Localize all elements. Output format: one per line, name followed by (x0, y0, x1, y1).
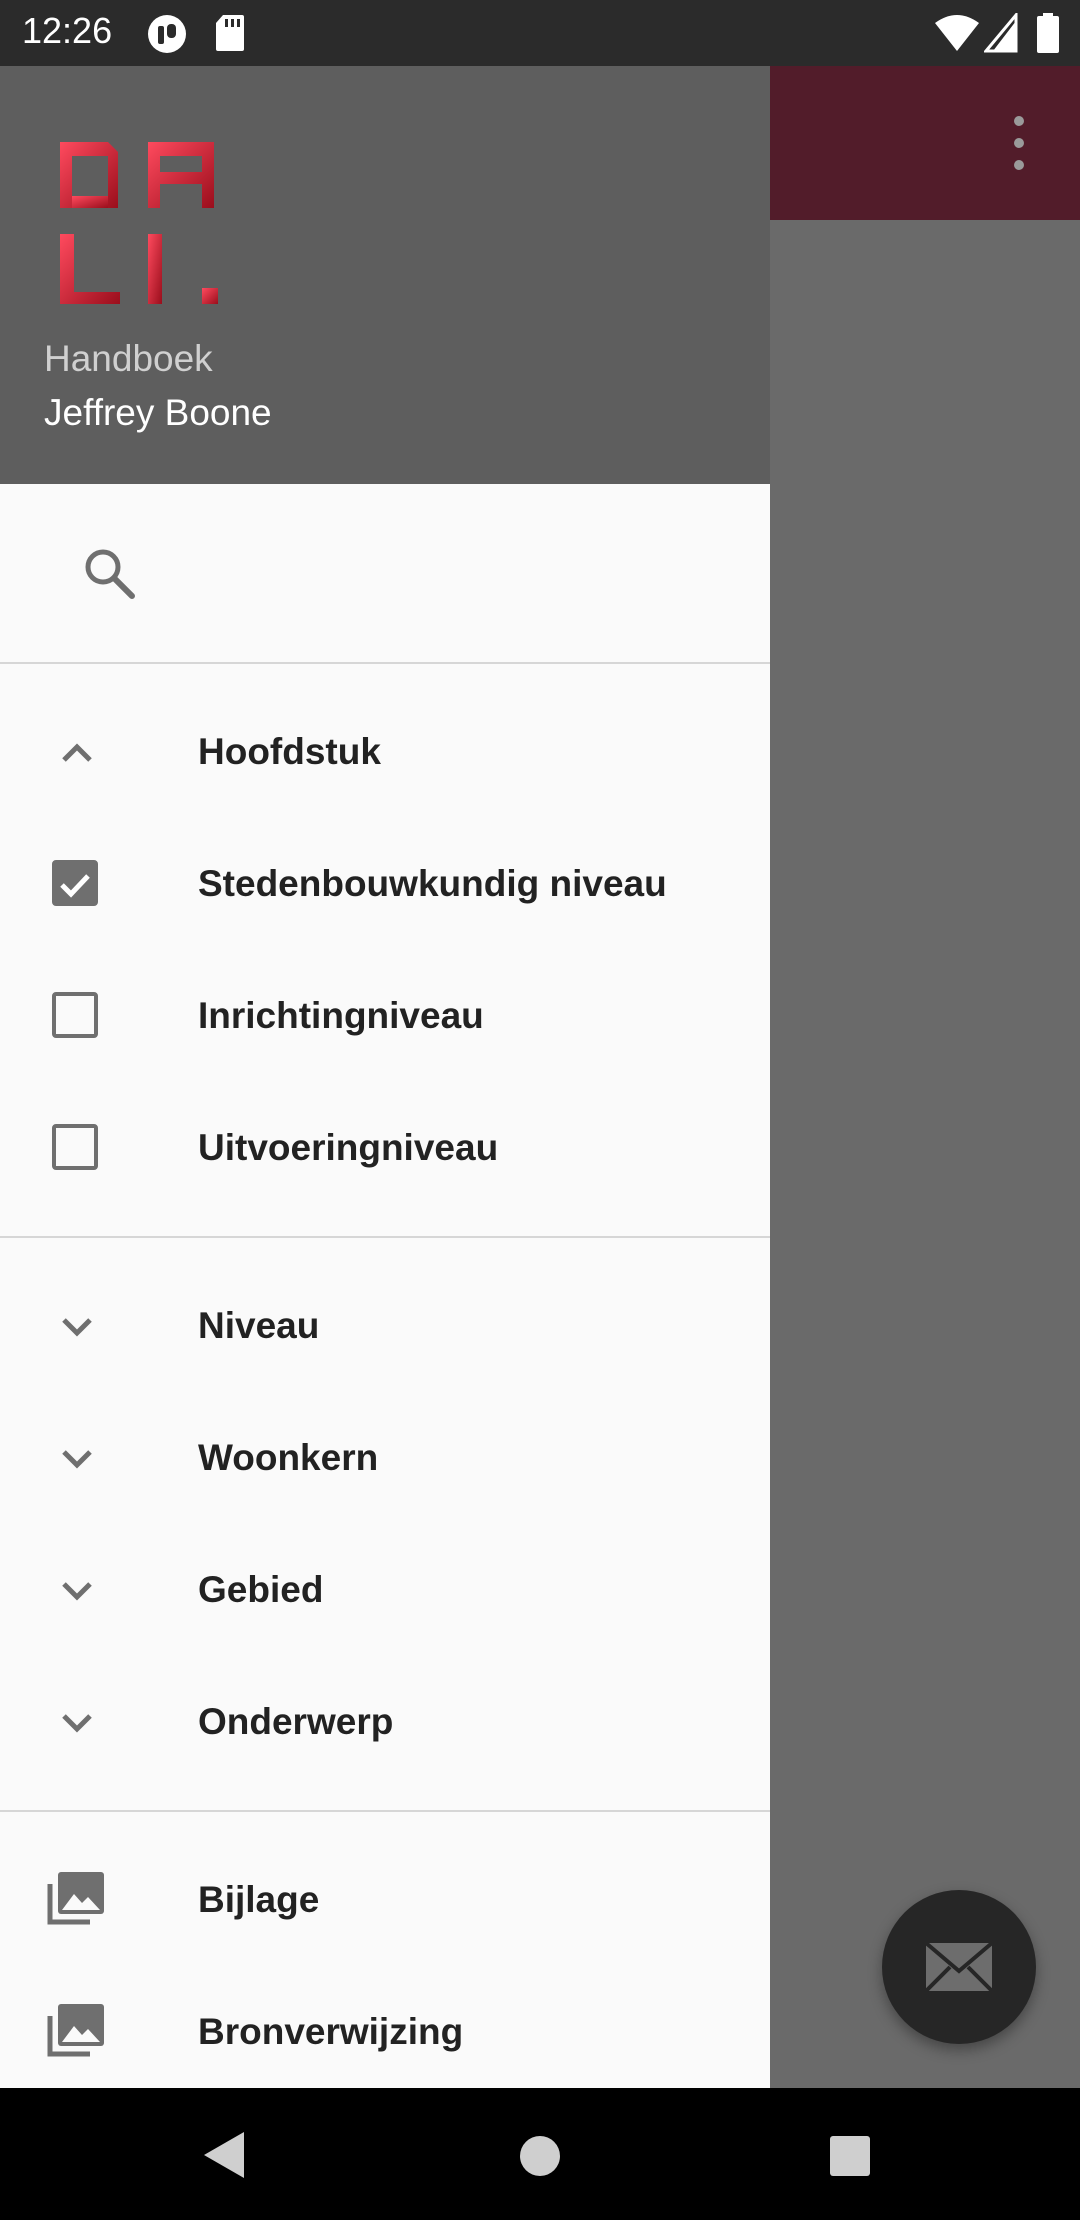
system-navigation-bar (0, 2088, 1080, 2220)
section-header-onderwerp[interactable]: Onderwerp (0, 1656, 770, 1788)
status-bar: 12:26 (0, 0, 1080, 66)
nav-item-bijlage[interactable]: Bijlage (0, 1834, 770, 1966)
filter-item-label: Stedenbouwkundig niveau (198, 863, 667, 904)
chevron-down-icon (62, 1582, 92, 1601)
section-header-woonkern[interactable]: Woonkern (0, 1392, 770, 1524)
image-library-icon (47, 1872, 104, 1925)
wifi-icon (934, 13, 980, 58)
filter-item-inrichting[interactable]: Inrichtingniveau (0, 950, 770, 1082)
notification-app-icon (146, 13, 188, 60)
status-time: 12:26 (22, 10, 113, 51)
mail-fab-button[interactable] (882, 1890, 1036, 2044)
dali-logo (60, 142, 218, 304)
divider (0, 662, 770, 664)
navigation-drawer: Handboek Jeffrey Boone Hoofdstuk Stedenb… (0, 66, 770, 2088)
signal-icon (982, 10, 1018, 58)
section-title: Niveau (198, 1305, 320, 1346)
image-library-icon (47, 2004, 104, 2057)
checkbox-unchecked[interactable] (52, 1124, 98, 1170)
filter-item-label: Inrichtingniveau (198, 995, 484, 1036)
more-vert-icon[interactable] (1000, 116, 1040, 176)
drawer-header: Handboek Jeffrey Boone (0, 66, 770, 484)
section-title: Onderwerp (198, 1701, 394, 1742)
chevron-down-icon (62, 1318, 92, 1337)
section-header-niveau[interactable]: Niveau (0, 1260, 770, 1392)
mail-icon (924, 1941, 994, 1993)
checkbox-checked[interactable] (52, 860, 98, 906)
chevron-down-icon (62, 1714, 92, 1733)
section-title: Woonkern (198, 1437, 379, 1478)
divider (0, 1810, 770, 1812)
home-icon[interactable] (518, 2134, 562, 2178)
filter-item-uitvoering[interactable]: Uitvoeringniveau (0, 1082, 770, 1214)
search-bar[interactable] (0, 484, 770, 662)
checkmark-icon (60, 874, 90, 898)
chevron-up-icon (62, 743, 92, 762)
header-user-name: Jeffrey Boone (44, 392, 272, 433)
battery-icon (1036, 13, 1060, 58)
section-title: Gebied (198, 1569, 324, 1610)
header-subtitle: Handboek (44, 338, 213, 379)
section-title: Hoofdstuk (198, 731, 381, 772)
divider (0, 1236, 770, 1238)
checkbox-unchecked[interactable] (52, 992, 98, 1038)
recents-icon[interactable] (828, 2134, 872, 2178)
chevron-down-icon (62, 1450, 92, 1469)
nav-item-label: Bronverwijzing (198, 2011, 464, 2052)
sd-card-icon (214, 13, 246, 58)
back-icon[interactable] (196, 2128, 250, 2182)
section-header-gebied[interactable]: Gebied (0, 1524, 770, 1656)
filter-item-stedenbouwkundig[interactable]: Stedenbouwkundig niveau (0, 818, 770, 950)
search-icon[interactable] (82, 546, 136, 600)
nav-item-bronverwijzing[interactable]: Bronverwijzing (0, 1966, 770, 2088)
section-header-hoofdstuk[interactable]: Hoofdstuk (0, 686, 770, 818)
nav-item-label: Bijlage (198, 1879, 320, 1920)
filter-item-label: Uitvoeringniveau (198, 1127, 499, 1168)
